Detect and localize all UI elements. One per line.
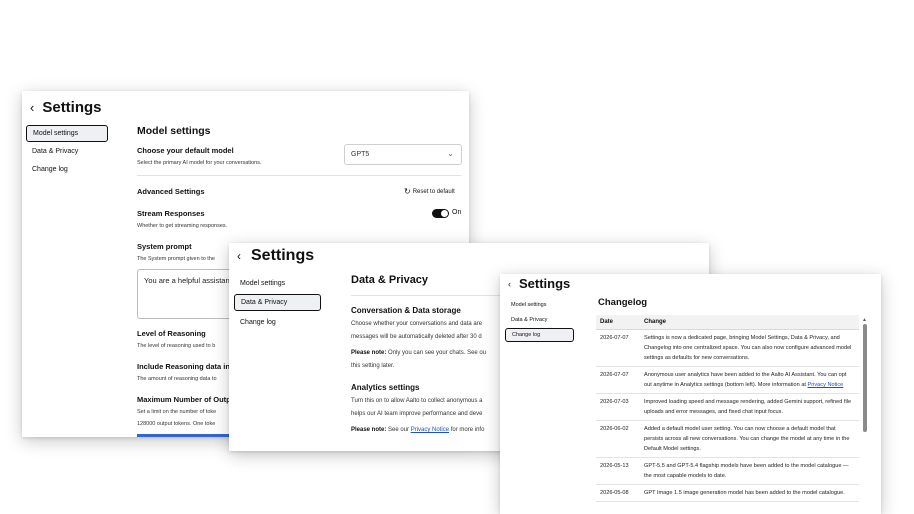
- refresh-icon: ↻: [404, 187, 411, 196]
- row-change: Added a default model user setting. You …: [644, 426, 850, 452]
- section-heading: Model settings: [137, 125, 211, 137]
- table-row: 2026-05-13 GPT-5.5 and GPT-5.4 flagship …: [596, 458, 859, 485]
- storage-label: Conversation & Data storage: [351, 306, 461, 315]
- row-change: Anonymous user analytics have been added…: [644, 367, 859, 393]
- row-date: 2026-07-03: [600, 399, 629, 405]
- row-date: 2026-07-07: [600, 372, 629, 378]
- table-row: 2026-05-08 GPT Image 1.5 image generatio…: [596, 485, 859, 502]
- sidebar-item-data-privacy[interactable]: Data & Privacy: [505, 313, 574, 327]
- table-row: 2026-07-03 Improved loading speed and me…: [596, 394, 859, 421]
- back-chevron-icon[interactable]: ‹: [237, 249, 241, 263]
- table-row: 2026-07-07 Settings is now a dedicated p…: [596, 330, 859, 367]
- analytics-text-1: Turn this on to allow Aalto to collect a…: [351, 398, 483, 404]
- default-model-value: GPT5: [351, 151, 370, 158]
- sidebar-item-change-log[interactable]: Change log: [26, 161, 108, 178]
- changelog-table: Date Change 2026-07-07 Settings is now a…: [596, 315, 859, 502]
- chevron-down-icon: ⌄: [447, 149, 454, 158]
- stream-responses-label: Stream Responses: [137, 209, 205, 218]
- row-date: 2026-06-02: [600, 426, 629, 432]
- row-date: 2026-05-08: [600, 490, 629, 496]
- sidebar-item-model-settings[interactable]: Model settings: [26, 125, 108, 142]
- privacy-notice-link[interactable]: Privacy Notice: [808, 382, 844, 388]
- scrollbar-thumb[interactable]: [862, 324, 867, 432]
- section-heading: Changelog: [598, 297, 648, 308]
- analytics-note: Please note: See our Privacy Notice for …: [351, 427, 484, 433]
- row-change: GPT Image 1.5 image generation model has…: [644, 490, 845, 496]
- column-header-change: Change: [644, 319, 667, 325]
- sidebar-item-data-privacy[interactable]: Data & Privacy: [234, 294, 321, 311]
- scroll-up-icon[interactable]: ▲: [862, 317, 867, 323]
- reasoning-level-description: The level of reasoning used to b: [137, 343, 216, 349]
- table-scrollbar[interactable]: ▲: [862, 317, 867, 447]
- settings-header: ‹ Settings: [237, 247, 314, 265]
- analytics-label: Analytics settings: [351, 383, 420, 392]
- toggle-knob: [441, 210, 448, 217]
- system-prompt-description: The System prompt given to the: [137, 256, 215, 262]
- sidebar-item-change-log[interactable]: Change log: [234, 314, 321, 331]
- divider: [137, 175, 461, 176]
- default-model-label: Choose your default model: [137, 146, 234, 155]
- storage-text-3: this setting later.: [351, 363, 395, 369]
- reset-to-default-button[interactable]: ↻ Reset to default: [404, 187, 455, 196]
- note-text: Only you can see your chats. See ou: [386, 350, 487, 356]
- system-prompt-label: System prompt: [137, 242, 192, 251]
- include-reasoning-label: Include Reasoning data in: [137, 362, 230, 371]
- row-date: 2026-05-13: [600, 463, 629, 469]
- settings-header: ‹ Settings: [30, 99, 102, 116]
- storage-text-2: messages will be automatically deleted a…: [351, 334, 482, 340]
- max-output-label: Maximum Number of Outp: [137, 395, 231, 404]
- row-change: Settings is now a dedicated page, bringi…: [644, 335, 852, 361]
- advanced-settings-label: Advanced Settings: [137, 187, 205, 196]
- note-label: Please note:: [351, 427, 387, 433]
- page-title: Settings: [251, 247, 315, 264]
- default-model-select[interactable]: GPT5 ⌄: [344, 144, 462, 165]
- sidebar-item-change-log[interactable]: Change log: [505, 328, 574, 342]
- note-label: Please note:: [351, 350, 387, 356]
- back-chevron-icon[interactable]: ‹: [508, 279, 511, 289]
- note-post: for more info: [449, 427, 485, 433]
- table-header: Date Change: [596, 315, 859, 330]
- row-change: Improved loading speed and message rende…: [644, 399, 852, 415]
- table-row: 2026-07-07 Anonymous user analytics have…: [596, 367, 859, 394]
- reset-label: Reset to default: [412, 188, 455, 195]
- toggle-state-label: On: [452, 209, 462, 216]
- reasoning-level-label: Level of Reasoning: [137, 329, 206, 338]
- privacy-notice-link[interactable]: Privacy Notice: [411, 427, 449, 433]
- storage-text-1: Choose whether your conversations and da…: [351, 321, 483, 327]
- default-model-description: Select the primary AI model for your con…: [137, 160, 262, 166]
- note-pre: See our: [386, 427, 411, 433]
- max-output-description: Set a limit on the number of toke: [137, 409, 217, 415]
- sidebar-item-model-settings[interactable]: Model settings: [505, 298, 574, 312]
- page-title: Settings: [519, 276, 571, 291]
- settings-header: ‹ Settings: [508, 276, 570, 291]
- table-row: 2026-06-02 Added a default model user se…: [596, 421, 859, 458]
- back-chevron-icon[interactable]: ‹: [30, 100, 34, 115]
- changelog-window: ‹ Settings Model settings Data & Privacy…: [500, 274, 881, 514]
- row-date: 2026-07-07: [600, 335, 629, 341]
- section-heading: Data & Privacy: [351, 274, 429, 286]
- include-reasoning-description: The amount of reasoning data to: [137, 376, 217, 382]
- stream-responses-description: Whether to get streaming responses.: [137, 223, 228, 229]
- analytics-text-2: helps our AI team improve performance an…: [351, 411, 483, 417]
- storage-note: Please note: Only you can see your chats…: [351, 350, 486, 356]
- column-header-date: Date: [600, 319, 614, 325]
- page-title: Settings: [42, 99, 102, 116]
- sidebar-item-data-privacy[interactable]: Data & Privacy: [26, 143, 108, 160]
- max-output-description-2: 128000 output tokens. One toke: [137, 421, 216, 427]
- sidebar-item-model-settings[interactable]: Model settings: [234, 275, 321, 292]
- stream-responses-toggle[interactable]: [432, 209, 449, 218]
- row-change: GPT-5.5 and GPT-5.4 flagship models have…: [644, 463, 849, 479]
